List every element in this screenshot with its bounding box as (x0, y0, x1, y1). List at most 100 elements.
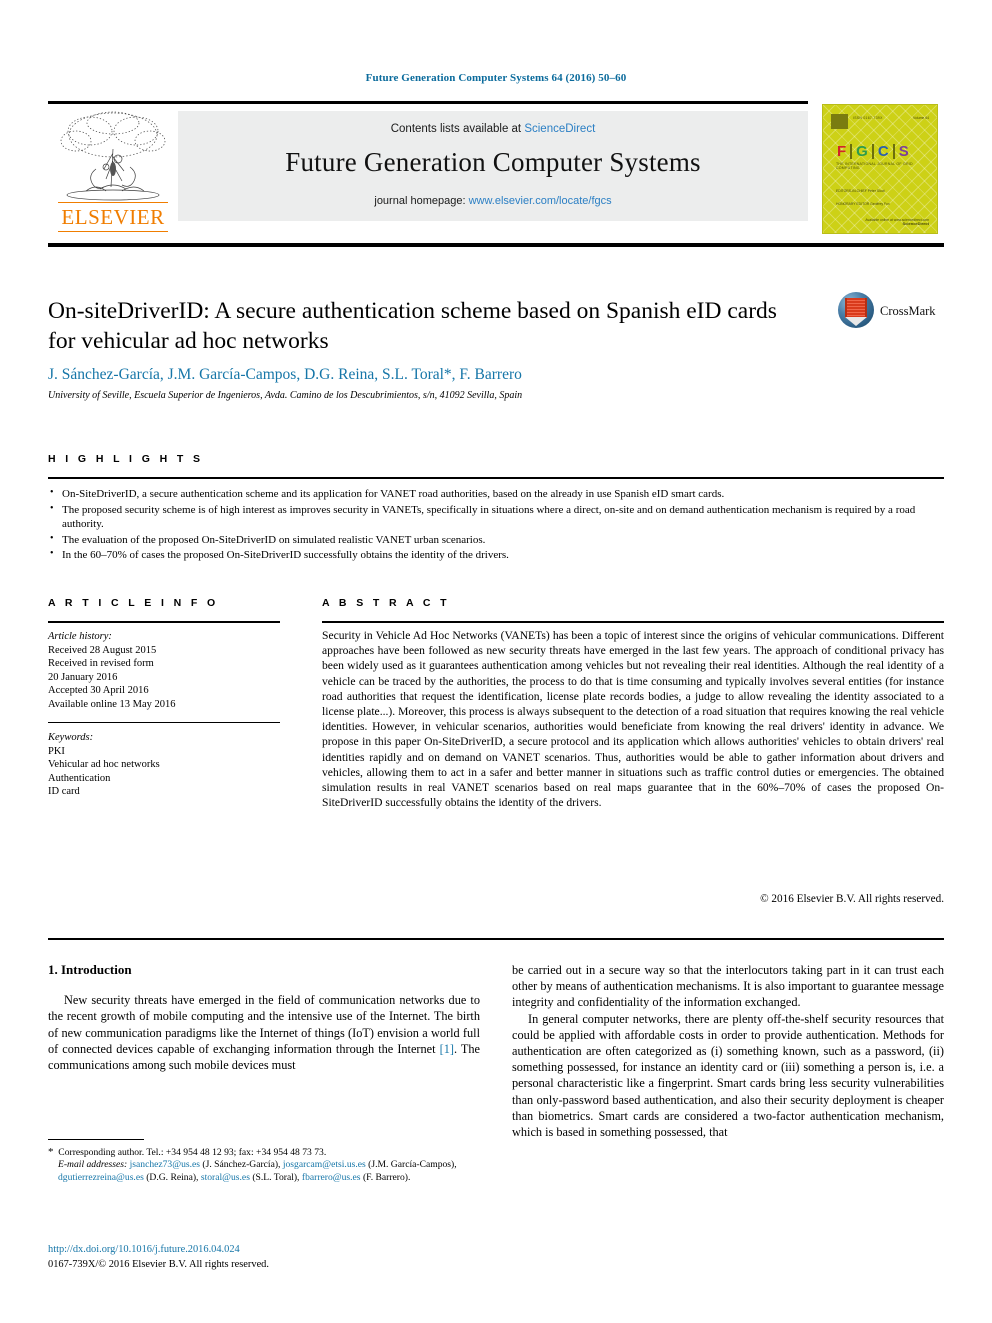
email-label: E-mail addresses: (58, 1159, 128, 1171)
crossmark-icon (838, 292, 874, 328)
paper-page: Future Generation Computer Systems 64 (2… (0, 0, 992, 1323)
cover-letter-f: F (837, 143, 847, 160)
highlights-section: On-SiteDriverID, a secure authentication… (48, 486, 944, 564)
contents-available-line: Contents lists available at ScienceDirec… (178, 123, 808, 135)
cover-footer: Available online at www.sciencedirect.co… (865, 218, 929, 227)
email-addresses-line: E-mail addresses: jsanchez73@us.es (J. S… (48, 1159, 480, 1184)
cover-editor-block: EDITORS-IN-CHIEF Peter Sloot (836, 189, 885, 193)
keyword-item: PKI (48, 745, 65, 757)
body-top-rule (48, 938, 944, 940)
sciencedirect-link[interactable]: ScienceDirect (524, 123, 595, 135)
section-heading-introduction: 1. Introduction (48, 962, 132, 977)
keyword-item: ID card (48, 786, 80, 797)
elsevier-logo: ELSEVIER (54, 109, 172, 232)
cover-bar-2 (871, 144, 874, 159)
history-line: Received 28 August 2015 (48, 644, 157, 656)
cover-letter-g: G (856, 143, 868, 160)
cover-bar-1 (850, 144, 853, 159)
email-link[interactable]: storal@us.es (201, 1172, 250, 1183)
elsevier-rule-top (58, 202, 168, 203)
right-paragraph-1: be carried out in a secure way so that t… (512, 963, 944, 1010)
cover-volume: Volume 64 (912, 116, 929, 120)
cover-letter-s: S (898, 143, 909, 160)
list-item: The proposed security scheme is of high … (50, 502, 944, 532)
email-owner: (J. Sánchez-García), (202, 1159, 281, 1171)
cover-bar-3 (892, 144, 895, 159)
affiliation: University of Seville, Escuela Superior … (48, 390, 523, 401)
corresponding-author-text: Corresponding author. Tel.: +34 954 48 1… (58, 1147, 327, 1158)
history-line: Available online 13 May 2016 (48, 698, 176, 710)
right-paragraph-2: In general computer networks, there are … (512, 1011, 944, 1140)
article-history-label: Article history: (48, 631, 112, 642)
highlights-heading: H I G H L I G H T S (48, 453, 204, 465)
footnote-rule (48, 1139, 144, 1140)
abstract-rule (322, 621, 944, 623)
journal-title: Future Generation Computer Systems (285, 147, 701, 177)
citation-link-1[interactable]: [1] (440, 1042, 454, 1056)
list-item: On-SiteDriverID, a secure authentication… (50, 486, 944, 502)
email-link[interactable]: dgutierrezreina@us.es (58, 1172, 144, 1183)
corresponding-author-line: * Corresponding author. Tel.: +34 954 48… (48, 1146, 480, 1159)
keywords-label: Keywords: (48, 732, 94, 743)
keyword-item: Authentication (48, 772, 111, 784)
email-link[interactable]: josgarcam@etsi.us.es (283, 1159, 366, 1170)
asterisk-icon: * (48, 1146, 54, 1158)
crossmark-badge[interactable]: CrossMark (838, 292, 942, 336)
page-title: On-siteDriverID: A secure authentication… (48, 298, 777, 354)
email-owner: (S.L. Toral), (252, 1171, 300, 1183)
running-head: Future Generation Computer Systems 64 (2… (365, 72, 627, 84)
homepage-link[interactable]: www.elsevier.com/locate/fgcs (469, 195, 612, 207)
journal-band: Contents lists available at ScienceDirec… (178, 111, 808, 221)
doi-link[interactable]: http://dx.doi.org/10.1016/j.future.2016.… (48, 1243, 480, 1257)
elsevier-wordmark: ELSEVIER (61, 205, 165, 229)
journal-masthead: ELSEVIER Contents lists available at Sci… (48, 101, 944, 234)
cover-honorary-block: HONORARY EDITOR Geoffrey Fox (836, 202, 890, 206)
intro-text-a: New security threats have emerged in the… (48, 993, 480, 1056)
author-list[interactable]: J. Sánchez-García, J.M. García-Campos, D… (48, 366, 838, 384)
abstract-heading: A B S T R A C T (322, 597, 450, 609)
crossmark-chevron-shape (845, 317, 867, 326)
highlights-ul: On-SiteDriverID, a secure authentication… (48, 486, 944, 563)
keywords-section: Keywords: PKI Vehicular ad hoc networks … (48, 731, 280, 799)
cover-letter-c: C (877, 143, 889, 160)
journal-cover-thumbnail: ISSN 0167-739X Volume 64 F G C S THE INT… (822, 104, 938, 234)
article-info-rule (48, 621, 280, 623)
cover-footer-line2: ScienceDirect (902, 221, 929, 227)
article-history: Article history: Received 28 August 2015… (48, 630, 280, 711)
cover-fgcs-logo: F G C S (835, 143, 927, 160)
highlights-rule (48, 477, 944, 479)
paragraph: New security threats have emerged in the… (48, 992, 480, 1073)
list-item: The evaluation of the proposed On-SiteDr… (50, 532, 944, 548)
cover-subtitle: THE INTERNATIONAL JOURNAL OF GRID COMPUT… (836, 162, 913, 170)
elsevier-tree-icon (60, 111, 166, 201)
body-column-right: be carried out in a secure way so that t… (512, 962, 944, 1140)
abstract-copyright: © 2016 Elsevier B.V. All rights reserved… (760, 893, 944, 905)
crossmark-book-shape (845, 298, 867, 318)
list-item: In the 60–70% of cases the proposed On-S… (50, 547, 944, 563)
journal-homepage-line: journal homepage: www.elsevier.com/locat… (178, 195, 808, 207)
email-owner: (F. Barrero). (362, 1171, 411, 1183)
history-line: Accepted 30 April 2016 (48, 685, 149, 696)
abstract-text: Security in Vehicle Ad Hoc Networks (VAN… (322, 629, 944, 810)
keyword-item: Vehicular ad hoc networks (48, 759, 160, 770)
footnote-block: * Corresponding author. Tel.: +34 954 48… (48, 1146, 480, 1184)
email-owner: (D.G. Reina), (146, 1171, 199, 1183)
email-link[interactable]: jsanchez73@us.es (130, 1159, 200, 1170)
email-link[interactable]: fbarrero@us.es (302, 1172, 361, 1183)
contents-prefix: Contents lists available at (390, 123, 525, 135)
elsevier-rule-bottom (58, 231, 168, 232)
masthead-top-rule (48, 101, 808, 104)
homepage-prefix: journal homepage: (374, 195, 469, 207)
cover-elsevier-logo (831, 114, 848, 129)
crossmark-label: CrossMark (880, 304, 936, 318)
issn-copyright: 0167-739X/© 2016 Elsevier B.V. All right… (48, 1259, 269, 1270)
keywords-rule (48, 722, 280, 723)
paragraph: In general computer networks, there are … (512, 1011, 944, 1141)
email-owner: (J.M. García-Campos), (368, 1159, 457, 1171)
masthead-bottom-rule (48, 243, 944, 247)
paragraph: be carried out in a secure way so that t… (512, 962, 944, 1011)
article-info-heading: A R T I C L E I N F O (48, 597, 219, 609)
history-line: Received in revised form (48, 658, 154, 669)
cover-issn: ISSN 0167-739X (853, 116, 883, 120)
body-column-left: 1. Introduction New security threats hav… (48, 962, 480, 1073)
